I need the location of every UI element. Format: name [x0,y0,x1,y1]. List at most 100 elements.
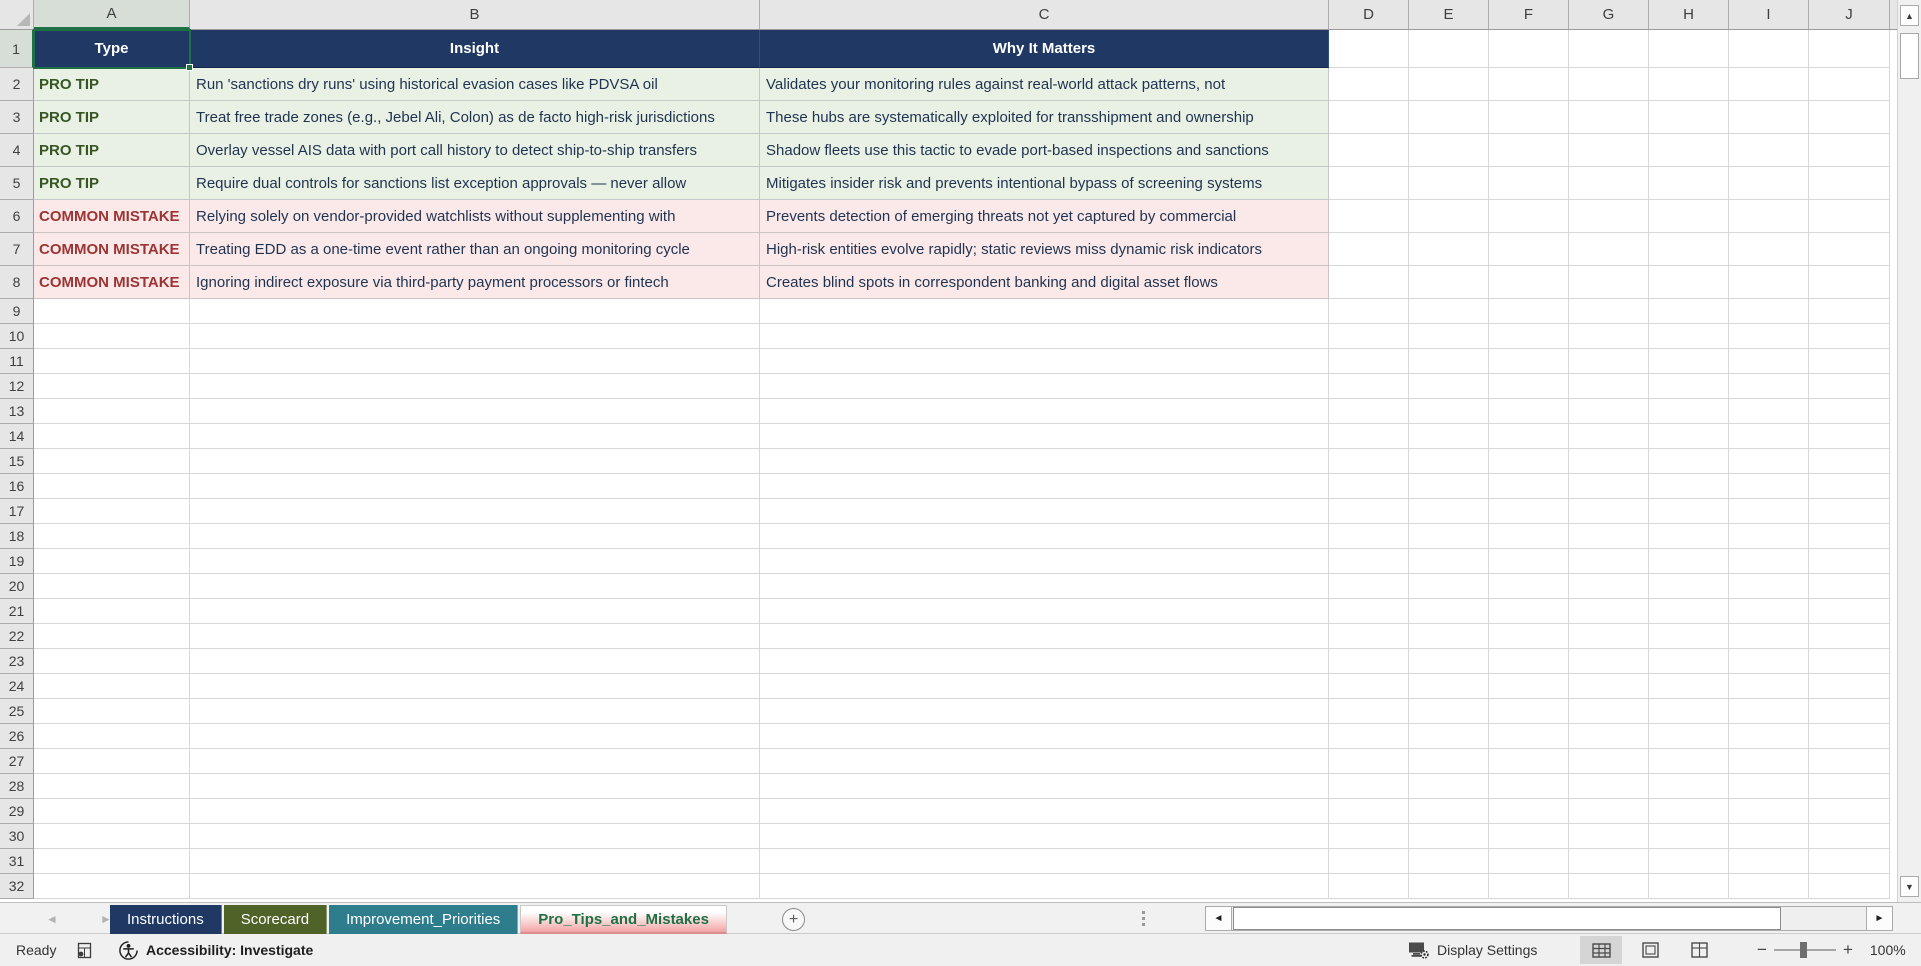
cell-H17[interactable] [1649,499,1729,524]
cell-B6[interactable]: Relying solely on vendor-provided watchl… [190,200,760,233]
cell-A24[interactable] [34,674,190,699]
cell-E8[interactable] [1409,266,1489,299]
cell-D25[interactable] [1329,699,1409,724]
cell-D8[interactable] [1329,266,1409,299]
cell-I24[interactable] [1729,674,1809,699]
cell-J21[interactable] [1809,599,1890,624]
cell-A12[interactable] [34,374,190,399]
cell-D13[interactable] [1329,399,1409,424]
row-header-24[interactable]: 24 [0,674,34,699]
cell-J23[interactable] [1809,649,1890,674]
cell-H15[interactable] [1649,449,1729,474]
cell-J12[interactable] [1809,374,1890,399]
cell-E25[interactable] [1409,699,1489,724]
cell-E31[interactable] [1409,849,1489,874]
cell-E18[interactable] [1409,524,1489,549]
zoom-slider[interactable] [1773,942,1836,958]
cell-G18[interactable] [1569,524,1649,549]
row-header-23[interactable]: 23 [0,649,34,674]
cell-F30[interactable] [1489,824,1569,849]
row-header-12[interactable]: 12 [0,374,34,399]
cell-J10[interactable] [1809,324,1890,349]
cell-C12[interactable] [760,374,1329,399]
cell-J4[interactable] [1809,134,1890,167]
cell-G13[interactable] [1569,399,1649,424]
row-header-2[interactable]: 2 [0,68,34,101]
cell-H22[interactable] [1649,624,1729,649]
column-header-C[interactable]: C [760,0,1329,29]
cell-F25[interactable] [1489,699,1569,724]
cell-B11[interactable] [190,349,760,374]
cell-A10[interactable] [34,324,190,349]
cell-C16[interactable] [760,474,1329,499]
row-header-26[interactable]: 26 [0,724,34,749]
cell-C10[interactable] [760,324,1329,349]
cell-J16[interactable] [1809,474,1890,499]
cell-G31[interactable] [1569,849,1649,874]
cell-H20[interactable] [1649,574,1729,599]
cell-D23[interactable] [1329,649,1409,674]
cell-G5[interactable] [1569,167,1649,200]
cell-B8[interactable]: Ignoring indirect exposure via third-par… [190,266,760,299]
cell-A14[interactable] [34,424,190,449]
cell-G30[interactable] [1569,824,1649,849]
cell-B26[interactable] [190,724,760,749]
cell-J2[interactable] [1809,68,1890,101]
cell-E20[interactable] [1409,574,1489,599]
cell-D7[interactable] [1329,233,1409,266]
cell-C29[interactable] [760,799,1329,824]
scroll-left-button[interactable]: ◄ [1206,907,1232,930]
cell-C23[interactable] [760,649,1329,674]
cell-C28[interactable] [760,774,1329,799]
cell-I15[interactable] [1729,449,1809,474]
cell-B5[interactable]: Require dual controls for sanctions list… [190,167,760,200]
cell-E2[interactable] [1409,68,1489,101]
cell-F32[interactable] [1489,874,1569,899]
cell-F27[interactable] [1489,749,1569,774]
cell-G20[interactable] [1569,574,1649,599]
cell-H25[interactable] [1649,699,1729,724]
cell-G15[interactable] [1569,449,1649,474]
horizontal-scrollbar[interactable]: ◄ ► [1205,906,1893,931]
scroll-right-button[interactable]: ► [1866,907,1892,930]
cell-G16[interactable] [1569,474,1649,499]
cell-J20[interactable] [1809,574,1890,599]
cell-J26[interactable] [1809,724,1890,749]
cell-F11[interactable] [1489,349,1569,374]
cell-A17[interactable] [34,499,190,524]
cell-F23[interactable] [1489,649,1569,674]
cell-A27[interactable] [34,749,190,774]
cell-C26[interactable] [760,724,1329,749]
scroll-down-button[interactable]: ▼ [1900,876,1919,897]
cell-H29[interactable] [1649,799,1729,824]
cell-A9[interactable] [34,299,190,324]
display-settings-button[interactable]: Display Settings [1408,934,1537,966]
row-header-17[interactable]: 17 [0,499,34,524]
tab-splitter-handle[interactable] [1142,911,1145,926]
cell-J32[interactable] [1809,874,1890,899]
cell-I13[interactable] [1729,399,1809,424]
cell-F17[interactable] [1489,499,1569,524]
cell-F15[interactable] [1489,449,1569,474]
cell-J7[interactable] [1809,233,1890,266]
cell-E28[interactable] [1409,774,1489,799]
cell-C18[interactable] [760,524,1329,549]
cell-A11[interactable] [34,349,190,374]
cell-B27[interactable] [190,749,760,774]
select-all-corner[interactable] [0,0,34,29]
cell-B15[interactable] [190,449,760,474]
row-header-19[interactable]: 19 [0,549,34,574]
column-header-B[interactable]: B [190,0,760,29]
sheet-tab-instructions[interactable]: Instructions [110,905,222,934]
cell-E6[interactable] [1409,200,1489,233]
cell-H2[interactable] [1649,68,1729,101]
cell-F3[interactable] [1489,101,1569,134]
cell-G11[interactable] [1569,349,1649,374]
cell-B12[interactable] [190,374,760,399]
cell-F24[interactable] [1489,674,1569,699]
cell-G26[interactable] [1569,724,1649,749]
row-header-5[interactable]: 5 [0,167,34,200]
cell-G23[interactable] [1569,649,1649,674]
cell-C5[interactable]: Mitigates insider risk and prevents inte… [760,167,1329,200]
cell-F9[interactable] [1489,299,1569,324]
